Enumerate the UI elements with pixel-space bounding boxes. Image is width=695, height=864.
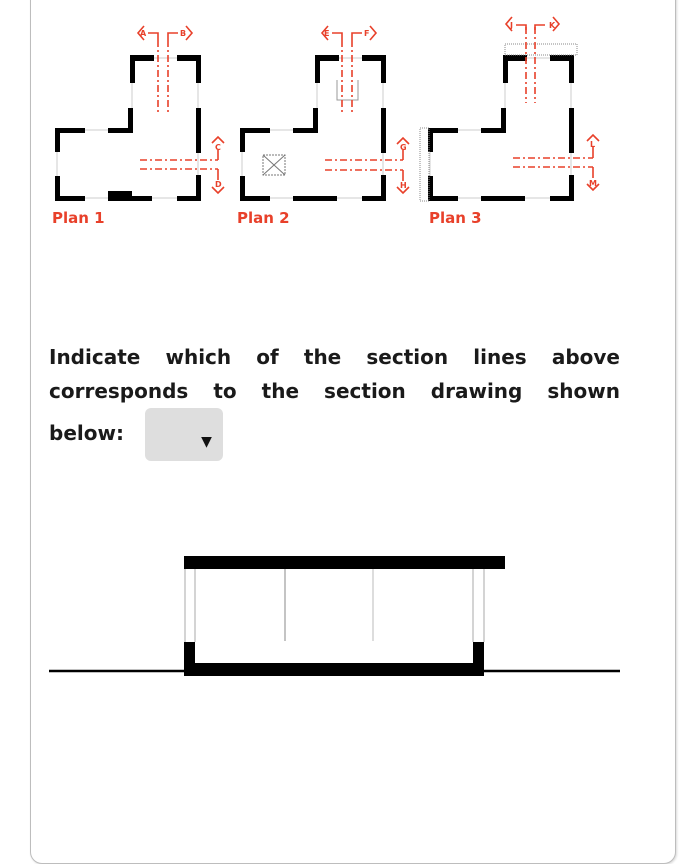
right-wall-base	[473, 642, 484, 664]
plan-3-drawing: J K L M	[419, 16, 600, 202]
left-wall-base	[184, 642, 195, 664]
section-marker-F: F	[364, 29, 369, 38]
section-marker-C: C	[215, 143, 221, 152]
plan-1-label: Plan 1	[52, 209, 105, 227]
section-marker-A: A	[140, 29, 147, 38]
section-marker-H: H	[400, 181, 407, 190]
plan-3-label: Plan 3	[429, 209, 482, 227]
question-text: Indicate which of the section lines abov…	[49, 345, 620, 445]
section-drawing	[49, 556, 620, 676]
section-marker-B: B	[180, 29, 186, 38]
question-prompt: Indicate which of the section lines abov…	[49, 340, 620, 461]
answer-dropdown[interactable]: ▼	[144, 408, 223, 461]
plan-1-drawing: A B C D	[54, 25, 225, 202]
section-marker-G: G	[400, 143, 407, 152]
section-marker-J: J	[509, 21, 513, 30]
floor-slab	[184, 663, 484, 676]
dropdown-arrow-icon: ▼	[201, 434, 212, 450]
section-marker-K: K	[549, 21, 556, 30]
plan-2-label: Plan 2	[237, 209, 290, 227]
section-marker-D: D	[215, 180, 222, 189]
section-marker-M: M	[589, 179, 597, 188]
floor-plans-diagram: A B C D E F G H J K L M	[54, 16, 600, 202]
roof-slab	[184, 556, 505, 569]
section-marker-L: L	[590, 140, 595, 149]
section-marker-E: E	[324, 29, 329, 38]
plan-2-drawing: E F G H	[239, 25, 410, 202]
